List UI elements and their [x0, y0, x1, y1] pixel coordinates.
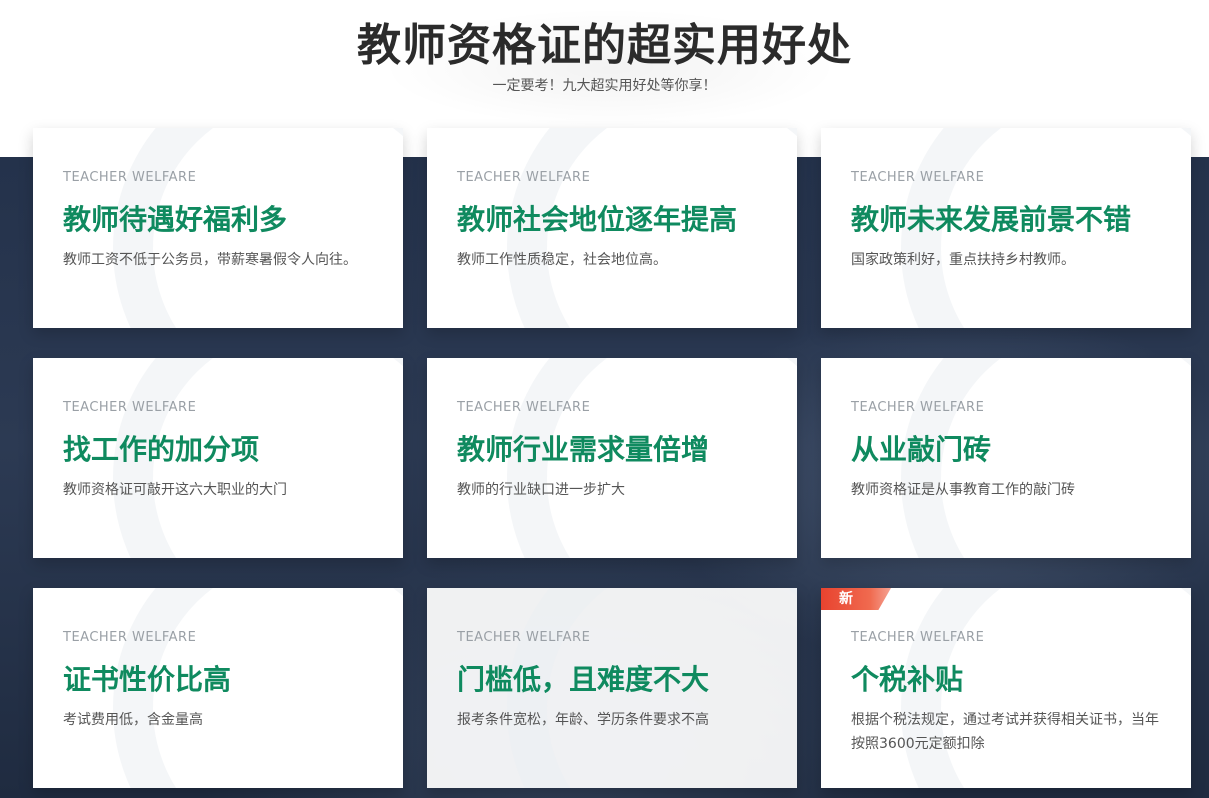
- benefit-card-low-threshold[interactable]: TEACHER WELFARE 门槛低，且难度不大 报考条件宽松，年龄、学历条件…: [427, 588, 797, 788]
- new-badge: 新: [821, 588, 891, 610]
- benefit-card-social-status[interactable]: TEACHER WELFARE 教师社会地位逐年提高 教师工作性质稳定，社会地位…: [427, 128, 797, 328]
- card-title: 教师待遇好福利多: [63, 203, 288, 236]
- card-description: 教师资格证可敲开这六大职业的大门: [63, 482, 287, 498]
- benefit-card-stepping-stone[interactable]: TEACHER WELFARE 从业敲门砖 教师资格证是从事教育工作的敲门砖: [821, 358, 1191, 558]
- card-title: 证书性价比高: [63, 663, 232, 696]
- card-tag: TEACHER WELFARE: [457, 630, 591, 645]
- card-title: 教师行业需求量倍增: [457, 433, 710, 466]
- card-description: 教师工资不低于公务员，带薪寒暑假令人向往。: [63, 252, 357, 268]
- card-tag: TEACHER WELFARE: [63, 630, 197, 645]
- benefit-card-future-prospects[interactable]: TEACHER WELFARE 教师未来发展前景不错 国家政策利好，重点扶持乡村…: [821, 128, 1191, 328]
- card-description: 考试费用低，含金量高: [63, 712, 203, 728]
- page-subtitle: 一定要考！九大超实用好处等你享！: [492, 78, 717, 94]
- card-description: 教师的行业缺口进一步扩大: [457, 482, 625, 498]
- benefit-card-demand[interactable]: TEACHER WELFARE 教师行业需求量倍增 教师的行业缺口进一步扩大: [427, 358, 797, 558]
- benefit-card-welfare[interactable]: TEACHER WELFARE 教师待遇好福利多 教师工资不低于公务员，带薪寒暑…: [33, 128, 403, 328]
- card-description: 教师资格证是从事教育工作的敲门砖: [851, 482, 1075, 498]
- new-badge-ribbon: [821, 588, 891, 610]
- card-tag: TEACHER WELFARE: [851, 170, 985, 185]
- card-tag: TEACHER WELFARE: [851, 630, 985, 645]
- benefit-card-job-bonus[interactable]: TEACHER WELFARE 找工作的加分项 教师资格证可敲开这六大职业的大门: [33, 358, 403, 558]
- benefit-card-cost-effective[interactable]: TEACHER WELFARE 证书性价比高 考试费用低，含金量高: [33, 588, 403, 788]
- new-badge-label: 新: [839, 591, 853, 607]
- page-title: 教师资格证的超实用好处: [357, 20, 852, 71]
- card-tag: TEACHER WELFARE: [851, 400, 985, 415]
- card-description: 教师工作性质稳定，社会地位高。: [457, 252, 667, 268]
- card-tag: TEACHER WELFARE: [63, 400, 197, 415]
- card-description: 根据个税法规定，通过考试并获得相关证书，当年按照3600元定额扣除: [851, 712, 1159, 752]
- card-title: 教师社会地位逐年提高: [457, 203, 738, 236]
- card-tag: TEACHER WELFARE: [63, 170, 197, 185]
- card-title: 教师未来发展前景不错: [851, 203, 1132, 236]
- card-title: 个税补贴: [851, 663, 964, 696]
- card-tag: TEACHER WELFARE: [457, 400, 591, 415]
- card-title: 找工作的加分项: [63, 433, 260, 466]
- section-header: 教师资格证的超实用好处 一定要考！九大超实用好处等你享！: [0, 0, 1209, 128]
- card-tag: TEACHER WELFARE: [457, 170, 591, 185]
- card-description: 国家政策利好，重点扶持乡村教师。: [851, 252, 1075, 268]
- card-title: 门槛低，且难度不大: [457, 663, 710, 696]
- benefit-card-tax-subsidy[interactable]: 新 TEACHER WELFARE 个税补贴 根据个税法规定，通过考试并获得相关…: [821, 588, 1191, 788]
- card-title: 从业敲门砖: [851, 433, 992, 466]
- card-description: 报考条件宽松，年龄、学历条件要求不高: [457, 712, 709, 728]
